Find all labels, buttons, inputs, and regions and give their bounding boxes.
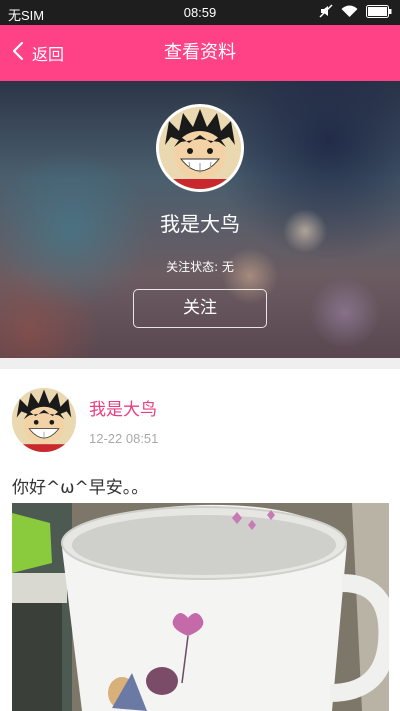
system-icons — [319, 4, 392, 21]
post-timestamp: 12-22 08:51 — [89, 431, 159, 446]
section-divider — [0, 358, 400, 369]
profile-name: 我是大鸟 — [160, 212, 240, 236]
chevron-left-icon — [12, 41, 24, 65]
profile-header: 我是大鸟 关注状态: 无 关注 — [0, 81, 400, 358]
mug-photo — [12, 503, 389, 711]
follow-status: 关注状态: 无 — [166, 260, 234, 274]
battery-icon — [366, 4, 392, 21]
post-author-avatar[interactable] — [12, 388, 76, 452]
status-bar: 无SIM 08:59 — [0, 0, 400, 25]
post-text: 你好^ω^早安。。 — [12, 478, 149, 498]
avatar-image — [12, 388, 76, 452]
mute-icon — [319, 4, 333, 21]
profile-avatar[interactable] — [156, 104, 244, 192]
avatar-image — [159, 107, 241, 189]
back-label: 返回 — [32, 45, 65, 64]
wifi-icon — [341, 5, 358, 21]
post-author-name[interactable]: 我是大鸟 — [89, 395, 157, 420]
follow-button[interactable]: 关注 — [133, 289, 267, 328]
post-photo[interactable] — [12, 503, 389, 711]
title-bar: 返回 查看资料 — [0, 25, 400, 81]
back-button[interactable]: 返回 — [12, 25, 64, 81]
